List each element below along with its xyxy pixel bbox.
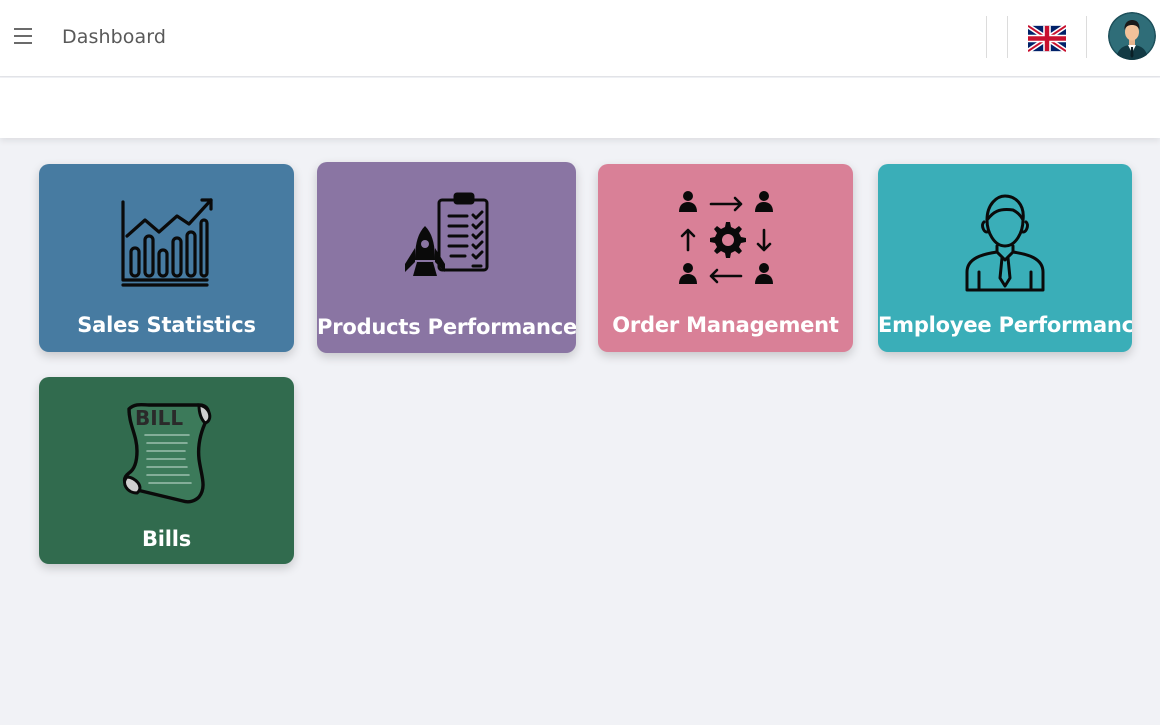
rocket-checklist-icon [395, 188, 499, 292]
card-bills[interactable]: BILL Bills [39, 377, 294, 564]
card-sales-statistics[interactable]: Sales Statistics [39, 164, 294, 352]
bill-icon-text: BILL [135, 406, 183, 430]
top-navbar: Dashboard [0, 0, 1160, 77]
navbar-divider [986, 16, 987, 58]
card-order-management[interactable]: Order Management [598, 164, 853, 352]
card-products-performance[interactable]: Products Performance [317, 162, 576, 353]
card-label: Products Performance [317, 315, 576, 339]
employee-icon [953, 190, 1057, 294]
gear-people-arrows-icon [674, 190, 778, 294]
user-avatar-icon[interactable] [1108, 12, 1156, 60]
bar-chart-trend-icon [115, 190, 219, 294]
uk-flag-icon[interactable] [1026, 23, 1068, 54]
card-label: Employee Performance [878, 313, 1132, 337]
page-title: Dashboard [62, 26, 166, 48]
navbar-divider [1007, 16, 1008, 58]
sub-header-bar [0, 78, 1160, 138]
card-employee-performance[interactable]: Employee Performance [878, 164, 1132, 352]
hamburger-menu-icon[interactable] [14, 28, 34, 46]
card-label: Order Management [612, 313, 839, 337]
bill-scroll-icon: BILL [115, 397, 219, 504]
card-label: Bills [141, 527, 192, 551]
navbar-divider [1086, 16, 1087, 58]
card-label: Sales Statistics [77, 313, 256, 337]
